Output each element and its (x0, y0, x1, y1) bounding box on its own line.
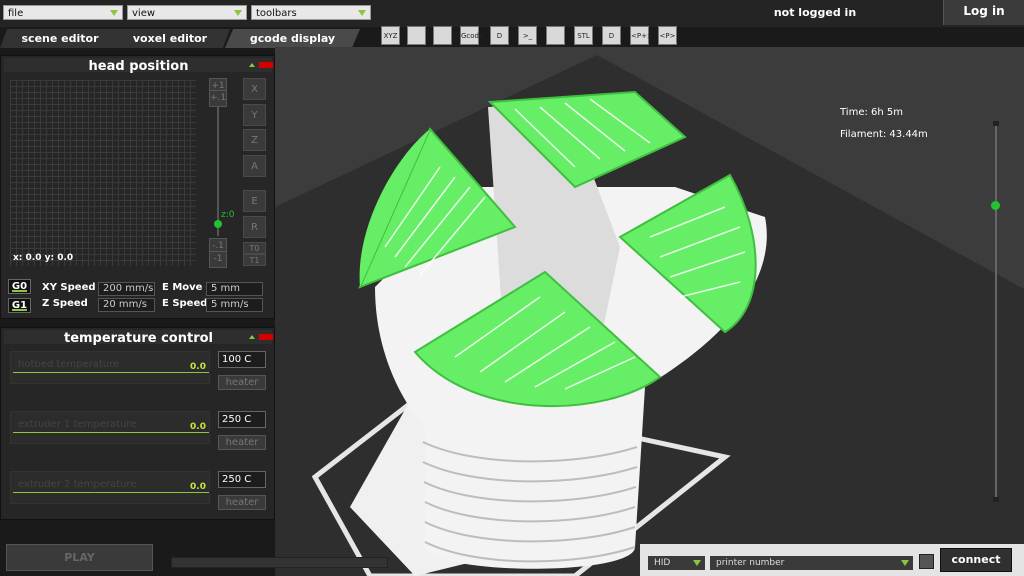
document-d2-icon[interactable]: D (602, 26, 621, 45)
collapse-icon[interactable] (249, 335, 255, 339)
printer-select-value: printer number (716, 558, 785, 568)
extruder2-temp-value: 0.0 (190, 482, 206, 492)
tab-bar: scene editor voxel editor gcode display (0, 27, 370, 48)
extruder1-temp-gauge: extruder 1 temperature 0.0 (10, 411, 210, 444)
hotbed-heater-button[interactable]: heater (218, 375, 266, 390)
home-z-button[interactable]: Z (243, 129, 266, 151)
g0-button[interactable]: G0 (8, 279, 31, 294)
e-speed-label: E Speed (162, 298, 208, 309)
hotbed-target-field[interactable]: 100 C (218, 351, 266, 368)
layer-slider-handle[interactable] (991, 201, 1000, 210)
layer-slider-track[interactable] (995, 123, 997, 501)
home-x-button[interactable]: X (243, 78, 266, 100)
g1-button[interactable]: G1 (8, 298, 31, 313)
stl-icon[interactable]: STL (574, 26, 593, 45)
save-icon[interactable] (919, 554, 934, 569)
view-menu[interactable]: view (127, 5, 247, 20)
retract-button[interactable]: R (243, 216, 266, 238)
z-slider-handle[interactable] (214, 220, 222, 228)
e-move-label: E Move (162, 282, 203, 293)
close-panel-icon[interactable] (259, 62, 273, 68)
temp-line (13, 432, 209, 433)
printer-p-plus-icon[interactable]: <P+> (630, 26, 653, 45)
open-folder-icon[interactable] (433, 26, 452, 45)
toolbars-menu-label: toolbars (256, 8, 297, 19)
tab-gcode-display[interactable]: gcode display (225, 29, 360, 48)
z-slider-track[interactable] (217, 106, 219, 236)
print-time: Time: 6h 5m (840, 107, 904, 118)
connect-button[interactable]: connect (940, 548, 1012, 572)
z-speed-field[interactable]: 20 mm/s (98, 298, 155, 312)
view-menu-label: view (132, 8, 156, 19)
chevron-down-icon (234, 10, 242, 16)
temp-line (13, 372, 209, 373)
chevron-down-icon (901, 560, 909, 566)
printer-p-icon[interactable]: <P> (658, 26, 677, 45)
file-menu[interactable]: file (3, 5, 123, 20)
terminal-icon[interactable]: >_ (518, 26, 537, 45)
z-speed-label: Z Speed (42, 298, 88, 309)
z-plus-01-button[interactable]: +.1 (209, 90, 227, 107)
gcode-viewport[interactable]: Time: 6h 5m Filament: 43.44m (275, 47, 1024, 576)
hotbed-temp-label: hotbed temperature (18, 359, 120, 370)
toolbars-menu[interactable]: toolbars (251, 5, 371, 20)
tab-scene-editor[interactable]: scene editor (0, 29, 120, 48)
extrude-button[interactable]: E (243, 190, 266, 212)
e-move-field[interactable]: 5 mm (206, 282, 263, 296)
z-readout: z:0 (221, 210, 235, 220)
collapse-icon[interactable] (249, 63, 255, 67)
menu-bar: file view toolbars not logged in Log in (0, 0, 1024, 27)
home-all-button[interactable]: A (243, 155, 266, 177)
e-speed-field[interactable]: 5 mm/s (206, 298, 263, 312)
tool-1-button[interactable]: T1 (243, 254, 266, 266)
file-menu-label: file (8, 8, 24, 19)
xy-position-grid[interactable] (10, 80, 196, 266)
extruder1-heater-button[interactable]: heater (218, 435, 266, 450)
login-status: not logged in (773, 6, 857, 19)
chevron-down-icon (110, 10, 118, 16)
extruder2-temp-gauge: extruder 2 temperature 0.0 (10, 471, 210, 504)
layer-slider-bottom-cap (993, 497, 999, 502)
layer-slider-top-cap (993, 121, 999, 126)
port-select-value: HID (654, 558, 671, 568)
extruder2-heater-button[interactable]: heater (218, 495, 266, 510)
panel-title: temperature control (63, 331, 213, 346)
chevron-down-icon (693, 560, 701, 566)
chevron-down-icon (358, 10, 366, 16)
printer-select[interactable]: printer number (710, 556, 913, 570)
temp-line (13, 492, 209, 493)
xy-speed-field[interactable]: 200 mm/s (98, 282, 155, 296)
hotbed-temp-gauge: hotbed temperature 0.0 (10, 351, 210, 384)
extruder1-temp-value: 0.0 (190, 422, 206, 432)
filament-length: Filament: 43.44m (840, 129, 928, 140)
port-select[interactable]: HID (648, 556, 705, 570)
g0-underline (12, 290, 27, 292)
extruder2-temp-label: extruder 2 temperature (18, 479, 137, 490)
home-y-button[interactable]: Y (243, 104, 266, 126)
close-panel-icon[interactable] (259, 334, 273, 340)
xy-readout: x: 0.0 y: 0.0 (13, 253, 74, 263)
print-progress-bar (171, 557, 388, 568)
g1-underline (12, 309, 27, 311)
tool-0-button[interactable]: T0 (243, 242, 266, 254)
document-d-icon[interactable]: D (490, 26, 509, 45)
play-button[interactable]: PLAY (6, 544, 153, 571)
tab-voxel-editor[interactable]: voxel editor (110, 29, 230, 48)
grid-icon[interactable] (546, 26, 565, 45)
xyz-icon[interactable]: XYZ (381, 26, 400, 45)
xy-speed-label: XY Speed (42, 282, 96, 293)
print-preview-render (275, 55, 1024, 576)
panel-title: head position (88, 59, 189, 74)
thermometer-icon[interactable] (407, 26, 426, 45)
extruder2-target-field[interactable]: 250 C (218, 471, 266, 488)
z-minus-1-button[interactable]: -1 (209, 251, 227, 268)
login-button[interactable]: Log in (943, 0, 1024, 25)
extruder1-target-field[interactable]: 250 C (218, 411, 266, 428)
hotbed-temp-value: 0.0 (190, 362, 206, 372)
extruder1-temp-label: extruder 1 temperature (18, 419, 137, 430)
gcode-icon[interactable]: Gcode (460, 26, 483, 45)
